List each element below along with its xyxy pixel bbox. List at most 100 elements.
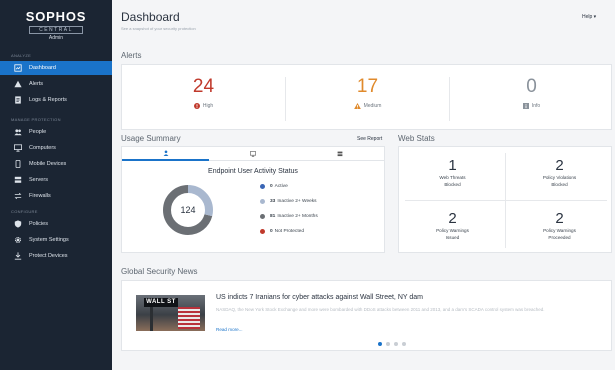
page-header: Dashboard See a snapshot of your securit… (112, 0, 615, 40)
sidebar-item-system-settings[interactable]: System Settings (0, 233, 112, 247)
computer-icon (14, 144, 22, 152)
sidebar-item-label: Logs & Reports (29, 97, 67, 103)
alert-high[interactable]: 24 High (122, 65, 285, 131)
alert-label: High (202, 103, 214, 109)
info-icon (522, 103, 529, 109)
alert-label: Info (531, 103, 541, 109)
legend-item: 81 Inactive 2+ Months (260, 214, 318, 219)
sidebar-item-label: Mobile Devices (29, 161, 67, 167)
web-stats-title: Web Stats (398, 134, 435, 143)
user-icon (163, 150, 169, 156)
alert-icon (14, 80, 22, 88)
gear-icon (14, 236, 22, 244)
divider (405, 200, 607, 201)
web-threats-blocked[interactable]: 1 Web Threats Blocked (401, 157, 504, 188)
alert-medium[interactable]: 17 Medium (286, 65, 449, 131)
dashboard-icon (14, 64, 22, 72)
carousel-dot[interactable] (402, 342, 406, 346)
high-alert-icon (193, 103, 200, 109)
sidebar-item-protect-devices[interactable]: Protect Devices (0, 249, 112, 263)
legend-swatch (260, 214, 265, 219)
tab-computers[interactable] (209, 147, 297, 161)
activity-donut-chart: 124 (163, 185, 213, 235)
sidebar-item-label: Servers (29, 177, 48, 183)
policy-violations-blocked[interactable]: 2 Policy Violations Blocked (508, 157, 611, 188)
help-menu[interactable]: Help ▾ (582, 14, 596, 20)
sidebar-item-label: Alerts (29, 81, 44, 87)
sidebar-item-label: People (29, 129, 47, 135)
carousel-dot[interactable] (386, 342, 390, 346)
legend-swatch (260, 199, 265, 204)
sidebar-item-label: Policies (29, 221, 48, 227)
stat-value: 2 (555, 210, 564, 227)
legend-item: 33 Inactive 2+ Weeks (260, 199, 317, 204)
carousel-dot[interactable] (378, 342, 382, 346)
sidebar-item-mobile-devices[interactable]: Mobile Devices (0, 157, 112, 171)
sidebar-item-policies[interactable]: Policies (0, 217, 112, 231)
sidebar-item-logs-reports[interactable]: Logs & Reports (0, 93, 112, 107)
server-icon (14, 176, 22, 184)
medium-alert-icon (353, 103, 361, 109)
legend-swatch (260, 184, 265, 189)
stat-label: Blocked (444, 182, 461, 187)
shield-icon (14, 220, 22, 228)
reports-icon (14, 96, 22, 104)
alert-info[interactable]: 0 Info (450, 65, 613, 131)
usage-summary-title: Usage Summary (121, 134, 181, 143)
policy-warnings-proceeded[interactable]: 2 Policy Warnings Proceeded (508, 210, 611, 241)
tab-servers[interactable] (296, 147, 384, 161)
page-title: Dashboard (121, 10, 180, 24)
policy-warnings-issued[interactable]: 2 Policy Warnings Issued (401, 210, 504, 241)
tab-users[interactable] (122, 147, 210, 161)
people-icon (14, 128, 22, 136)
central-logo: CENTRAL (29, 26, 83, 34)
news-title: Global Security News (121, 267, 198, 276)
news-headline[interactable]: US indicts 7 Iranians for cyber attacks … (216, 294, 423, 301)
stat-value: 1 (448, 157, 457, 174)
legend-count: 33 (270, 199, 276, 204)
read-more-link[interactable]: Read more... (216, 327, 243, 332)
news-card: WALL ST US indicts 7 Iranians for cyber … (121, 280, 612, 351)
sidebar-item-label: Firewalls (29, 193, 51, 199)
sidebar-item-people[interactable]: People (0, 125, 112, 139)
usage-card: Endpoint User Activity Status 124 0 Acti… (121, 146, 385, 253)
alerts-card: 24 High 17 Medium 0 Info (121, 64, 612, 130)
section-title-analyze: ANALYZE (11, 53, 32, 58)
donut-total: 124 (180, 205, 195, 215)
carousel-dot[interactable] (394, 342, 398, 346)
sidebar-item-label: Computers (29, 145, 56, 151)
sidebar-item-alerts[interactable]: Alerts (0, 77, 112, 91)
sidebar-item-label: System Settings (29, 237, 69, 243)
brand: SOPHOS CENTRAL Admin (0, 9, 112, 41)
legend-count: 81 (270, 214, 276, 219)
sophos-logo: SOPHOS (25, 9, 87, 24)
news-body: NASDAQ, the New York Stock Exchange and … (216, 307, 545, 312)
page-subtitle: See a snapshot of your security protecti… (121, 26, 196, 31)
legend-item: 0 Active (260, 184, 288, 189)
download-icon (14, 252, 22, 260)
stat-label: Issued (445, 235, 460, 240)
stat-label: Policy Violations (542, 175, 577, 180)
legend-label: Not Protected (274, 229, 305, 234)
stat-label: Policy Warnings (543, 228, 576, 233)
sidebar-item-dashboard[interactable]: Dashboard (0, 61, 112, 75)
sidebar-item-computers[interactable]: Computers (0, 141, 112, 155)
section-title-configure: CONFIGURE (11, 209, 38, 214)
see-report-link[interactable]: See Report (357, 136, 382, 142)
sidebar-item-servers[interactable]: Servers (0, 173, 112, 187)
usage-tabs (122, 147, 384, 161)
sidebar-item-firewalls[interactable]: Firewalls (0, 189, 112, 203)
server-icon (337, 151, 343, 156)
legend-label: Inactive 2+ Months (277, 214, 318, 219)
alert-label: Medium (363, 103, 382, 109)
legend-item: 0 Not Protected (260, 229, 304, 234)
web-stats-card: 1 Web Threats Blocked 2 Policy Violation… (398, 146, 612, 253)
alert-count: 0 (526, 76, 537, 97)
sidebar-item-label: Dashboard (29, 65, 56, 71)
role-label: Admin (48, 35, 64, 41)
stat-label: Policy Warnings (436, 228, 469, 233)
news-image[interactable]: WALL ST (136, 295, 205, 331)
stat-label: Proceeded (548, 235, 571, 240)
sidebar-item-label: Protect Devices (29, 253, 68, 259)
wall-street-sign: WALL ST (144, 298, 178, 307)
